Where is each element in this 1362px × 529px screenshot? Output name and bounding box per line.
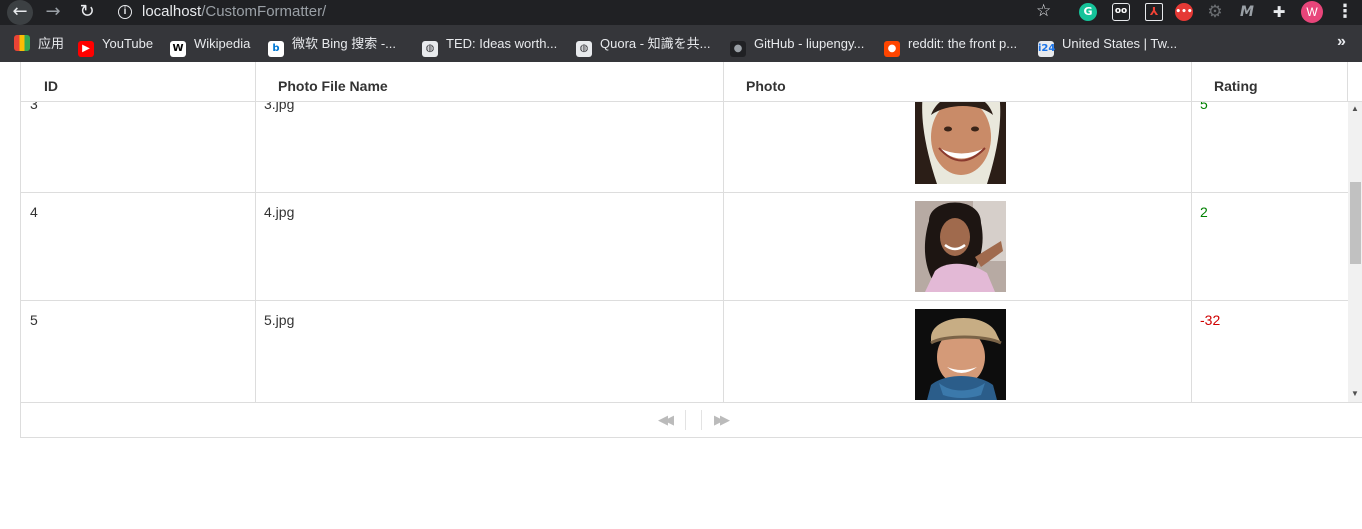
cell-id: 3: [30, 102, 38, 112]
chat-extension-icon[interactable]: •••: [1175, 3, 1193, 21]
bookmark-i24[interactable]: i24 United States | Tw...: [1038, 35, 1177, 57]
cell-id: 4: [30, 204, 38, 220]
bookmark-wikipedia[interactable]: W Wikipedia: [170, 35, 250, 57]
gear-extension-icon[interactable]: ⚙: [1206, 3, 1224, 21]
cell-rating: 2: [1200, 204, 1208, 220]
extensions-puzzle-icon[interactable]: ✚: [1270, 3, 1288, 21]
scroll-up-icon[interactable]: ▲: [1351, 104, 1359, 113]
pdf-extension-icon[interactable]: ⅄: [1145, 3, 1163, 21]
column-header-photo[interactable]: Photo: [746, 62, 786, 102]
bookmark-github[interactable]: ● GitHub - liupengy...: [730, 35, 864, 57]
more-bookmarks-icon[interactable]: »: [1337, 33, 1346, 51]
table-row[interactable]: 4 4.jpg 2: [21, 193, 1348, 301]
grid-body: 3 3.jpg 5 4 4.jpg 2 5 5.jpg -32: [21, 102, 1348, 402]
column-divider: [1347, 62, 1348, 102]
back-button[interactable]: ←: [7, 0, 33, 25]
bookmark-star-icon[interactable]: ☆: [1036, 1, 1051, 21]
last-page-icon[interactable]: ▶▶: [714, 413, 730, 428]
globe-icon: ◍: [576, 41, 592, 57]
scroll-down-icon[interactable]: ▼: [1351, 389, 1359, 398]
bookmark-apps[interactable]: 应用: [14, 35, 64, 52]
bookmark-bing[interactable]: b 微软 Bing 搜索 -...: [268, 35, 396, 57]
extension-m-icon[interactable]: M: [1238, 3, 1256, 21]
first-page-icon[interactable]: ◀◀: [658, 413, 674, 428]
pager: ◀◀ ▶▶: [21, 402, 1362, 437]
bing-icon: b: [268, 41, 284, 57]
column-header-rating[interactable]: Rating: [1214, 62, 1258, 102]
grammarly-extension-icon[interactable]: G: [1079, 3, 1097, 21]
wikipedia-icon: W: [170, 41, 186, 57]
table-row[interactable]: 5 5.jpg -32: [21, 301, 1348, 402]
cell-rating: -32: [1200, 312, 1221, 328]
photo-thumbnail: [915, 102, 1006, 184]
cell-file-name: 4.jpg: [264, 204, 295, 220]
column-divider[interactable]: [1191, 62, 1192, 102]
browser-toolbar: ← → ↻ i localhost/CustomFormatter/ ☆ G o…: [0, 0, 1362, 25]
grid-header: ID Photo File Name Photo Rating: [21, 62, 1362, 102]
column-divider[interactable]: [255, 62, 256, 102]
profile-avatar[interactable]: W: [1301, 1, 1323, 23]
address-bar[interactable]: i localhost/CustomFormatter/: [108, 0, 1068, 25]
vertical-scrollbar[interactable]: ▲ ▼: [1348, 102, 1362, 402]
extension-oo-icon[interactable]: oo: [1112, 3, 1130, 21]
bookmarks-bar: 应用 ▶ YouTube W Wikipedia b 微软 Bing 搜索 -... …: [0, 25, 1362, 62]
cell-rating: 5: [1200, 102, 1208, 112]
column-header-file-name[interactable]: Photo File Name: [278, 62, 388, 102]
scrollbar-thumb[interactable]: [1350, 182, 1361, 264]
bookmark-quora[interactable]: ◍ Quora - 知識を共...: [576, 35, 711, 57]
pager-divider: [701, 410, 702, 430]
photo-grid: ID Photo File Name Photo Rating 3 3.jpg: [20, 62, 1362, 438]
reload-icon: ↻: [79, 1, 95, 22]
site-info-icon[interactable]: i: [118, 5, 132, 19]
youtube-icon: ▶: [78, 41, 94, 57]
browser-menu-icon[interactable]: ⋮: [1336, 1, 1354, 22]
globe-icon: ◍: [422, 41, 438, 57]
cell-file-name: 5.jpg: [264, 312, 295, 328]
cell-id: 5: [30, 312, 38, 328]
photo-thumbnail: [915, 309, 1006, 400]
column-header-id[interactable]: ID: [44, 62, 58, 102]
arrow-right-icon: →: [45, 1, 61, 22]
table-row[interactable]: 3 3.jpg 5: [21, 102, 1348, 193]
photo-thumbnail: [915, 201, 1006, 292]
github-icon: ●: [730, 41, 746, 57]
bookmark-youtube[interactable]: ▶ YouTube: [78, 35, 153, 57]
reload-button[interactable]: ↻: [74, 0, 100, 25]
pager-divider: [685, 410, 686, 430]
reddit-icon: ●: [884, 41, 900, 57]
bookmark-ted[interactable]: ◍ TED: Ideas worth...: [422, 35, 557, 57]
i24-icon: i24: [1038, 41, 1055, 57]
url-text[interactable]: localhost/CustomFormatter/: [142, 3, 326, 20]
arrow-left-icon: ←: [12, 1, 28, 22]
bookmark-reddit[interactable]: ● reddit: the front p...: [884, 35, 1017, 57]
apps-grid-icon: [14, 35, 30, 51]
cell-file-name: 3.jpg: [264, 102, 295, 112]
column-divider[interactable]: [723, 62, 724, 102]
forward-button[interactable]: →: [40, 0, 66, 25]
